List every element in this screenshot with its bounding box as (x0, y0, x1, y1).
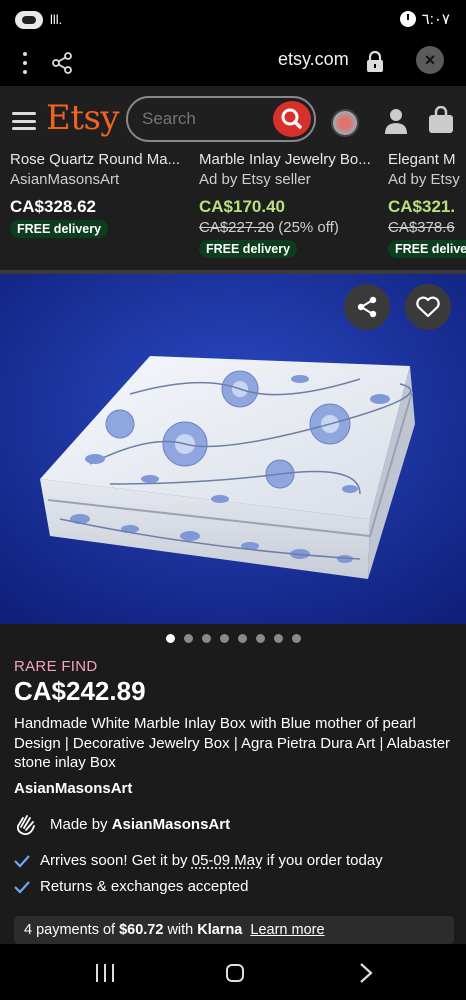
back-icon[interactable] (358, 962, 374, 984)
search-input[interactable] (140, 108, 264, 130)
browser-url-bar: etsy.com × (0, 40, 466, 86)
notification-icon (15, 11, 43, 29)
card-price: CA$328.62 (10, 197, 97, 216)
status-time: ٦:٠٧ (421, 11, 450, 28)
card-title[interactable]: Rose Quartz Round Ma... (10, 150, 196, 170)
klarna-amount: $60.72 (119, 922, 164, 938)
etsy-logo[interactable]: Etsy (46, 98, 120, 138)
site-header: Etsy (0, 86, 466, 156)
card-price: CA$321. (388, 197, 456, 216)
pager-dot[interactable] (291, 634, 301, 643)
returns-row: Returns & exchanges accepted (14, 878, 248, 895)
made-by-row: Made by AsianMasonsArt (14, 810, 230, 838)
pager-dot[interactable] (273, 634, 283, 643)
status-bar: lll. ٦:٠٧ (0, 0, 466, 40)
product-image[interactable] (0, 274, 466, 624)
card-price: CA$170.40 (199, 197, 286, 216)
recommendations-carousel[interactable]: Rose Quartz Round Ma... AsianMasonsArt C… (0, 148, 466, 270)
klarna-with: with (167, 922, 194, 938)
system-nav-bar (0, 944, 466, 1000)
more-menu-icon[interactable] (22, 52, 28, 74)
pager-dot[interactable] (219, 634, 229, 643)
pager-dot[interactable] (183, 634, 193, 643)
original-price: CA$378.6 (388, 219, 455, 236)
arrival-prefix: Arrives soon! Get it by (40, 852, 188, 869)
product-price: CA$242.89 (14, 676, 146, 706)
pager-dot[interactable] (237, 634, 247, 643)
share-icon[interactable] (50, 51, 74, 75)
product-card[interactable]: Elegant M Ad by Etsy CA$321. CA$378.6 FR… (388, 148, 466, 258)
made-by-prefix: Made by (50, 815, 108, 833)
menu-icon[interactable] (12, 112, 36, 130)
original-price: CA$227.20 (199, 219, 275, 236)
favorite-button[interactable] (405, 284, 451, 330)
pager-dot[interactable] (255, 634, 265, 643)
heart-icon (416, 296, 440, 318)
card-title[interactable]: Marble Inlay Jewelry Bo... (199, 150, 385, 170)
returns-text: Returns & exchanges accepted (40, 878, 249, 895)
share-icon (357, 296, 377, 318)
check-icon (14, 880, 30, 894)
pager-dot[interactable] (165, 634, 175, 643)
signal-icon: lll. (50, 12, 63, 27)
product-card[interactable]: Marble Inlay Jewelry Bo... Ad by Etsy se… (199, 148, 385, 258)
image-pager[interactable] (0, 634, 466, 648)
home-icon[interactable] (226, 964, 244, 982)
close-tab-button[interactable]: × (416, 46, 444, 74)
lock-icon[interactable] (364, 50, 386, 74)
product-title: Handmade White Marble Inlay Box with Blu… (14, 715, 451, 771)
free-delivery-badge: FREE delivery (199, 240, 298, 258)
hand-icon (16, 815, 35, 835)
card-seller: Ad by Etsy (388, 171, 460, 188)
free-delivery-badge: FREE delive (388, 240, 466, 258)
user-icon[interactable] (384, 108, 408, 134)
learn-more-link[interactable]: Learn more (250, 922, 324, 938)
rare-find-tag: RARE FIND (14, 658, 98, 675)
free-delivery-badge: FREE delivery (10, 220, 109, 238)
klarna-prefix: 4 payments of (24, 922, 116, 938)
shop-name-link[interactable]: AsianMasonsArt (14, 780, 132, 797)
marble-box-illustration (0, 274, 466, 624)
search-button[interactable] (273, 101, 311, 137)
arrival-suffix: if you order today (266, 852, 383, 869)
alarm-icon (399, 11, 416, 27)
search-icon (281, 108, 302, 129)
share-button[interactable] (344, 284, 390, 330)
product-card[interactable]: Rose Quartz Round Ma... AsianMasonsArt C… (10, 148, 196, 238)
klarna-brand: Klarna (197, 922, 243, 938)
klarna-banner: 4 payments of $60.72 with Klarna Learn m… (14, 916, 454, 944)
search-bar[interactable] (126, 96, 316, 142)
pager-dot[interactable] (201, 634, 211, 643)
avatar[interactable] (331, 109, 359, 137)
check-icon (14, 854, 30, 868)
discount-label: (25% off) (278, 219, 339, 236)
card-title[interactable]: Elegant M (388, 150, 466, 170)
cart-icon[interactable] (428, 106, 454, 134)
recent-apps-icon[interactable] (96, 964, 114, 982)
made-by-shop[interactable]: AsianMasonsArt (112, 816, 230, 833)
url-text[interactable]: etsy.com (278, 49, 349, 70)
card-seller: AsianMasonsArt (10, 171, 120, 188)
card-seller: Ad by Etsy seller (199, 171, 311, 188)
arrival-row: Arrives soon! Get it by 05-09 May if you… (14, 852, 383, 869)
arrival-dates[interactable]: 05-09 May (192, 852, 263, 869)
